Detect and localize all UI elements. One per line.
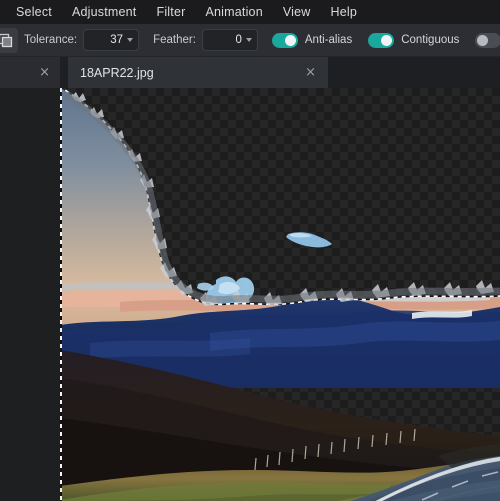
menu-item-animation[interactable]: Animation bbox=[195, 0, 272, 24]
magic-wand-select-glyph bbox=[0, 33, 12, 47]
tolerance-label: Tolerance: bbox=[24, 34, 78, 46]
tab-18apr22-jpg[interactable]: 18APR22.jpg × bbox=[68, 57, 328, 88]
menu-item-adjustment[interactable]: Adjustment bbox=[62, 0, 147, 24]
third-toggle[interactable] bbox=[475, 32, 500, 48]
menu-bar: Select Adjustment Filter Animation View … bbox=[0, 0, 500, 24]
chevron-down-icon[interactable] bbox=[245, 38, 252, 42]
photo-artwork bbox=[60, 88, 500, 501]
tab-previous-document[interactable]: × bbox=[0, 57, 60, 88]
anti-alias-option[interactable]: Anti-alias bbox=[271, 32, 353, 48]
anti-alias-toggle[interactable] bbox=[271, 32, 298, 48]
contiguous-label: Contiguous bbox=[401, 34, 460, 46]
magic-wand-select-icon[interactable] bbox=[0, 27, 18, 53]
tab-title: 18APR22.jpg bbox=[80, 65, 154, 80]
tolerance-input[interactable]: 37 bbox=[83, 29, 140, 51]
feather-label: Feather: bbox=[153, 34, 196, 46]
close-icon[interactable]: × bbox=[39, 66, 50, 79]
image-canvas[interactable] bbox=[60, 88, 500, 501]
tool-options-bar: Tolerance: 37 Feather: 0 Anti-alias Cont… bbox=[0, 24, 500, 57]
menu-item-filter[interactable]: Filter bbox=[146, 0, 195, 24]
toggle-knob bbox=[381, 34, 393, 46]
anti-alias-label: Anti-alias bbox=[304, 34, 353, 46]
contiguous-option[interactable]: Contiguous bbox=[368, 32, 460, 48]
feather-value: 0 bbox=[235, 34, 242, 46]
toggle-knob bbox=[284, 34, 296, 46]
close-icon[interactable]: × bbox=[305, 66, 316, 79]
menu-item-view[interactable]: View bbox=[273, 0, 321, 24]
feather-input[interactable]: 0 bbox=[201, 29, 258, 51]
tolerance-value: 37 bbox=[110, 34, 124, 46]
chevron-down-icon[interactable] bbox=[127, 38, 134, 42]
contiguous-toggle[interactable] bbox=[368, 32, 395, 48]
selection-edge-left bbox=[60, 88, 62, 501]
third-option-clipped[interactable] bbox=[475, 32, 500, 48]
document-tab-bar: × 18APR22.jpg × bbox=[0, 57, 500, 88]
image-editor-window: Select Adjustment Filter Animation View … bbox=[0, 0, 500, 501]
toggle-knob bbox=[477, 34, 489, 46]
menu-item-help[interactable]: Help bbox=[321, 0, 368, 24]
canvas-gutter bbox=[0, 88, 60, 501]
menu-item-select[interactable]: Select bbox=[6, 0, 62, 24]
